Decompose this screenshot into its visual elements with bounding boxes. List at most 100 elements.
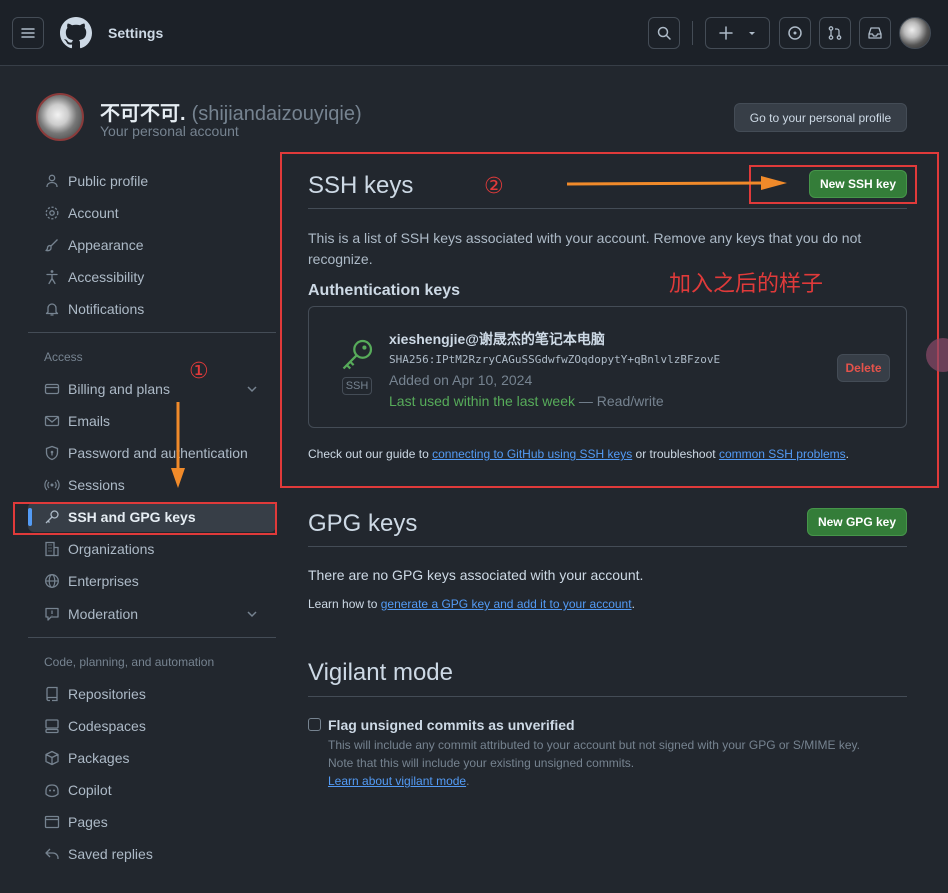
annotation-note: 加入之后的样子 bbox=[669, 271, 824, 296]
gpg-learn-suffix: . bbox=[631, 597, 635, 611]
sidebar-item-label: Repositories bbox=[68, 686, 146, 702]
user-avatar[interactable] bbox=[899, 17, 931, 49]
search-icon bbox=[657, 26, 671, 40]
create-new-button[interactable] bbox=[705, 17, 770, 49]
go-to-profile-button[interactable]: Go to your personal profile bbox=[734, 103, 907, 132]
sidebar-item-sessions[interactable]: Sessions bbox=[28, 470, 276, 500]
sidebar-item-label: Pages bbox=[68, 814, 108, 830]
vigilant-learn-link[interactable]: Learn about vigilant mode bbox=[328, 774, 466, 788]
sidebar-item-copilot[interactable]: Copilot bbox=[28, 775, 276, 805]
copilot-icon bbox=[44, 782, 60, 798]
sidebar-item-label: Organizations bbox=[68, 541, 155, 557]
sidebar-item-label: Account bbox=[68, 205, 119, 221]
sidebar-item-saved-replies[interactable]: Saved replies bbox=[28, 839, 276, 869]
sidebar-item-label: Appearance bbox=[68, 237, 144, 253]
sidebar-item-label: Sessions bbox=[68, 477, 125, 493]
gpg-learn-prefix: Learn how to bbox=[308, 597, 378, 611]
package-icon bbox=[44, 750, 60, 766]
top-header: Settings bbox=[0, 0, 948, 66]
sidebar-item-label: Accessibility bbox=[68, 269, 145, 285]
sidebar-item-label: Emails bbox=[68, 413, 111, 429]
broadcast-icon bbox=[44, 477, 60, 493]
vigilant-mode-checkbox[interactable] bbox=[308, 718, 321, 731]
inbox-icon bbox=[868, 27, 882, 39]
vigilant-learn: Learn about vigilant mode. bbox=[328, 774, 469, 788]
sidebar-item-repositories[interactable]: Repositories bbox=[28, 679, 276, 709]
annotation-step-1: ① bbox=[189, 358, 209, 383]
profile-subtitle: Your personal account bbox=[100, 123, 239, 139]
bell-icon bbox=[44, 301, 60, 317]
annotation-arrow-right bbox=[566, 176, 787, 190]
sidebar-item-label: Billing and plans bbox=[68, 381, 170, 397]
sidebar-item-notifications[interactable]: Notifications bbox=[28, 294, 276, 324]
sidebar-item-label: Saved replies bbox=[68, 846, 153, 862]
sidebar-item-pages[interactable]: Pages bbox=[28, 807, 276, 837]
header-divider bbox=[692, 21, 693, 45]
vigilant-checkbox-label[interactable]: Flag unsigned commits as unverified bbox=[328, 717, 575, 733]
profile-name: 不可不可. (shijiandaizouyiqie) bbox=[100, 97, 362, 126]
sidebar-item-organizations[interactable]: Organizations bbox=[28, 534, 276, 564]
globe-icon bbox=[44, 573, 60, 589]
sidebar-divider bbox=[28, 637, 276, 638]
credit-card-icon bbox=[44, 381, 60, 397]
sidebar-group-code: Code, planning, and automation bbox=[44, 655, 215, 669]
gpg-heading-divider bbox=[308, 546, 907, 547]
vigilant-note-2: Note that this will include your existin… bbox=[328, 756, 635, 770]
profile-display-name: 不可不可. bbox=[100, 103, 186, 125]
sidebar-item-account[interactable]: Account bbox=[28, 198, 276, 228]
sidebar-item-accessibility[interactable]: Accessibility bbox=[28, 262, 276, 292]
sidebar-divider bbox=[28, 332, 276, 333]
sidebar-item-appearance[interactable]: Appearance bbox=[28, 230, 276, 260]
inbox-button[interactable] bbox=[859, 17, 891, 49]
gpg-keys-heading: GPG keys bbox=[308, 510, 418, 537]
gpg-empty-text: There are no GPG keys associated with yo… bbox=[308, 567, 644, 583]
shield-lock-icon bbox=[44, 445, 60, 461]
vigilant-learn-suffix: . bbox=[466, 774, 470, 788]
chevron-down-icon bbox=[247, 386, 257, 393]
accessibility-icon bbox=[44, 269, 60, 285]
pull-requests-button[interactable] bbox=[819, 17, 851, 49]
sidebar-item-label: Codespaces bbox=[68, 718, 146, 734]
paintbrush-icon bbox=[44, 237, 60, 253]
sidebar-item-public-profile[interactable]: Public profile bbox=[28, 166, 276, 196]
page-title: Settings bbox=[108, 25, 164, 41]
sidebar-item-label: Password and authentication bbox=[68, 445, 248, 461]
annotation-arrow-down bbox=[171, 402, 185, 488]
annotation-sidebar-box bbox=[13, 502, 277, 535]
sidebar-item-label: Public profile bbox=[68, 173, 149, 189]
sidebar-item-label: Copilot bbox=[68, 782, 112, 798]
profile-avatar bbox=[36, 93, 84, 141]
issues-button[interactable] bbox=[779, 17, 811, 49]
sidebar-item-packages[interactable]: Packages bbox=[28, 743, 276, 773]
report-icon bbox=[44, 606, 60, 622]
vigilant-mode-heading: Vigilant mode bbox=[308, 659, 453, 686]
new-gpg-key-button[interactable]: New GPG key bbox=[807, 508, 907, 536]
sidebar-item-enterprises[interactable]: Enterprises bbox=[28, 566, 276, 596]
sidebar-item-password-auth[interactable]: Password and authentication bbox=[28, 438, 276, 468]
sidebar-item-label: Enterprises bbox=[68, 573, 139, 589]
pull-request-icon bbox=[828, 26, 842, 40]
menu-button[interactable] bbox=[12, 17, 44, 49]
github-logo[interactable] bbox=[60, 17, 92, 49]
sidebar-item-billing[interactable]: Billing and plans bbox=[28, 374, 276, 404]
search-button[interactable] bbox=[648, 17, 680, 49]
profile-login: (shijiandaizouyiqie) bbox=[191, 103, 362, 125]
sidebar-item-label: Packages bbox=[68, 750, 130, 766]
browser-icon bbox=[44, 814, 60, 830]
organization-icon bbox=[44, 541, 60, 557]
reply-icon bbox=[44, 846, 60, 862]
gear-icon bbox=[44, 205, 60, 221]
sidebar-item-label: Moderation bbox=[68, 606, 139, 622]
repo-icon bbox=[44, 686, 60, 702]
vigilant-note-1: This will include any commit attributed … bbox=[328, 738, 861, 752]
gpg-learn-link[interactable]: generate a GPG key and add it to your ac… bbox=[381, 597, 632, 611]
issues-icon bbox=[788, 26, 802, 40]
triangle-down-icon bbox=[748, 32, 755, 35]
menu-icon bbox=[21, 28, 35, 38]
annotation-step-2: ② bbox=[484, 173, 504, 198]
sidebar-item-moderation[interactable]: Moderation bbox=[28, 599, 276, 629]
chevron-down-icon bbox=[247, 611, 257, 618]
plus-icon bbox=[718, 26, 733, 40]
sidebar-item-emails[interactable]: Emails bbox=[28, 406, 276, 436]
sidebar-item-codespaces[interactable]: Codespaces bbox=[28, 711, 276, 741]
